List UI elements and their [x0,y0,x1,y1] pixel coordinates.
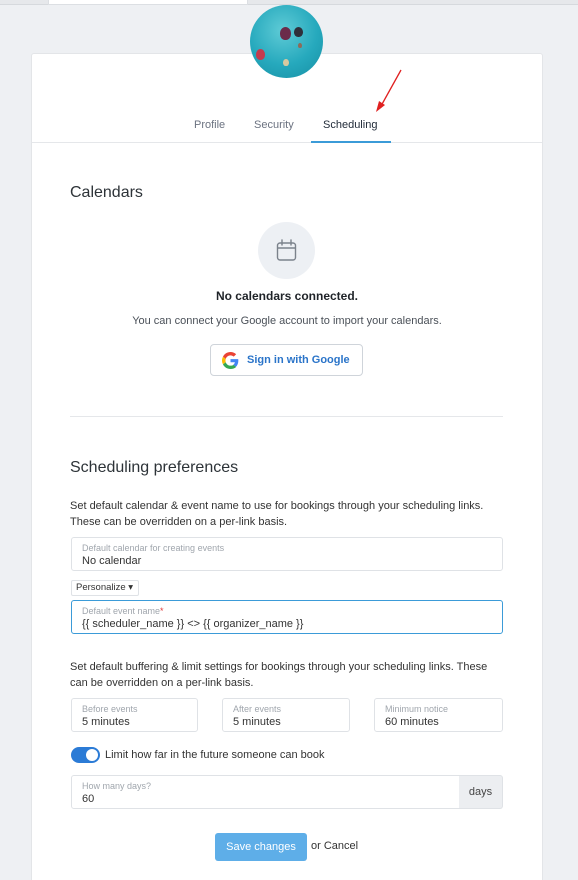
top-bar-segment [48,0,248,5]
after-events-label: After events [233,704,282,714]
no-calendars-title: No calendars connected. [215,289,359,303]
after-events-field[interactable]: After events 5 minutes [222,698,350,732]
how-many-days-label: How many days? [82,781,152,791]
toggle-knob [86,749,98,761]
limit-future-booking-toggle[interactable] [71,747,100,763]
or-cancel-text: or Cancel [311,840,358,852]
calendar-settings-description: Set default calendar & event name to use… [70,498,510,530]
tab-profile[interactable]: Profile [194,119,225,131]
days-unit-addon: days [459,775,503,809]
default-event-name-value: {{ scheduler_name }} <> {{ organizer_nam… [82,618,304,630]
minimum-notice-label: Minimum notice [385,704,449,714]
description-line: Set default buffering & limit settings f… [70,661,488,673]
default-event-name-label: Default event name* [82,606,164,616]
google-sign-in-label: Sign in with Google [247,354,350,366]
limit-future-booking-label: Limit how far in the future someone can … [105,749,325,761]
google-sign-in-button[interactable]: Sign in with Google [210,344,363,376]
how-many-days-value: 60 [82,793,95,805]
no-calendars-description: You can connect your Google account to i… [132,315,442,327]
tab-security[interactable]: Security [254,119,294,131]
annotation-arrow [376,69,402,112]
buffer-settings-description: Set default buffering & limit settings f… [70,659,510,691]
google-g-icon [222,352,239,369]
scheduling-preferences-heading: Scheduling preferences [70,459,239,476]
cancel-link[interactable]: Cancel [324,840,358,852]
after-events-value: 5 minutes [233,716,281,728]
save-changes-button[interactable]: Save changes [215,833,307,861]
before-events-value: 5 minutes [82,716,130,728]
default-calendar-label: Default calendar for creating events [82,543,225,553]
default-event-name-field[interactable]: Default event name* {{ scheduler_name }}… [71,600,503,634]
tab-scheduling[interactable]: Scheduling [323,119,377,131]
label-text: Default event name [82,606,161,616]
calendars-heading: Calendars [70,184,143,201]
calendar-icon-badge [258,222,315,279]
active-tab-indicator [311,141,391,143]
default-calendar-select[interactable]: Default calendar for creating events No … [71,537,503,571]
required-marker: * [160,606,164,616]
calendar-icon [276,239,297,261]
personalize-dropdown[interactable]: Personalize ▾ [71,580,139,596]
minimum-notice-value: 60 minutes [385,716,439,728]
section-divider [70,416,503,417]
description-line: Set default calendar & event name to use… [70,500,484,512]
description-line: can be overridden on a per-link basis. [70,677,254,689]
how-many-days-field[interactable]: How many days? 60 [71,775,460,809]
before-events-label: Before events [82,704,138,714]
tab-bar: Profile Security Scheduling [32,110,542,143]
profile-avatar [250,5,323,78]
before-events-field[interactable]: Before events 5 minutes [71,698,198,732]
or-label: or [311,840,321,852]
default-calendar-value: No calendar [82,555,142,567]
minimum-notice-field[interactable]: Minimum notice 60 minutes [374,698,503,732]
description-line: These can be overridden on a per-link ba… [70,516,288,528]
